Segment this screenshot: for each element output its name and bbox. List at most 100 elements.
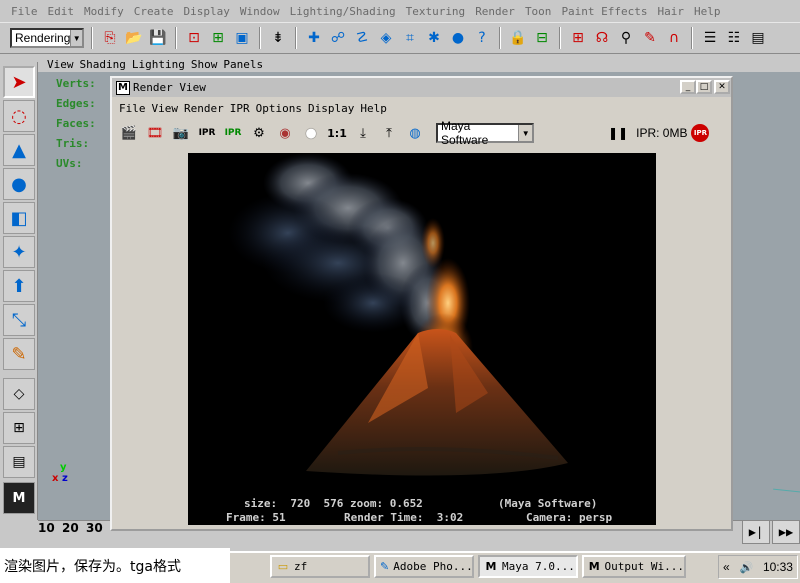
rv-menu-file[interactable]: File xyxy=(116,102,149,115)
render-globals-icon[interactable]: ✎ xyxy=(640,28,660,48)
rotate-tool-icon[interactable]: ◧ xyxy=(3,202,35,234)
menu-modify[interactable]: Modify xyxy=(79,5,129,18)
maximize-button[interactable]: □ xyxy=(696,80,712,94)
channel-box-icon[interactable]: ▤ xyxy=(748,28,768,48)
redo-render-icon[interactable]: 🎬 xyxy=(118,122,140,144)
snap-curve-icon[interactable]: ☍ xyxy=(328,28,348,48)
menu-set-selector[interactable]: Rendering ▼ xyxy=(10,28,84,48)
menu-help[interactable]: Help xyxy=(689,5,726,18)
rv-menu-display[interactable]: Display xyxy=(305,102,357,115)
panel-menu-panels[interactable]: Panels xyxy=(220,58,266,71)
ipr-render-icon[interactable]: ☊ xyxy=(592,28,612,48)
tray-expand-icon[interactable]: « xyxy=(723,560,730,574)
menu-file[interactable]: File xyxy=(6,5,43,18)
hud-faces: Faces: xyxy=(56,117,96,130)
close-button[interactable]: ✕ xyxy=(714,80,730,94)
rv-menu-view[interactable]: View xyxy=(149,102,182,115)
rv-menu-render[interactable]: Render xyxy=(181,102,227,115)
snap-together-icon[interactable]: ⚲ xyxy=(616,28,636,48)
history-icon[interactable]: ✱ xyxy=(424,28,444,48)
separator xyxy=(691,27,693,49)
panel-menu-show[interactable]: Show xyxy=(188,58,221,71)
panel-menu-lighting[interactable]: Lighting xyxy=(129,58,188,71)
single-pane-layout-icon[interactable]: ◇ xyxy=(3,378,35,410)
maya-icon: M xyxy=(116,80,130,95)
make-live-icon[interactable]: ⌗ xyxy=(400,28,420,48)
snapshot-icon[interactable]: 📷 xyxy=(170,122,192,144)
new-scene-icon[interactable]: ⎘ xyxy=(100,28,120,48)
select-component-icon[interactable]: ▣ xyxy=(232,28,252,48)
taskbar-label: Adobe Pho... xyxy=(393,560,473,573)
menu-toon[interactable]: Toon xyxy=(520,5,557,18)
input-output-icon[interactable]: ⇟ xyxy=(268,28,288,48)
render-view-titlebar[interactable]: M Render View _ □ ✕ xyxy=(112,78,731,97)
render-settings-icon[interactable]: ⚙ xyxy=(248,122,270,144)
scale-tool-icon[interactable]: ✦ xyxy=(3,236,35,268)
menu-window[interactable]: Window xyxy=(235,5,285,18)
taskbar-button-zf[interactable]: ▭ zf xyxy=(270,555,370,578)
attribute-editor-icon[interactable]: ☰ xyxy=(700,28,720,48)
remove-image-icon[interactable]: ⤒ xyxy=(378,122,400,144)
taskbar-button-maya[interactable]: M Maya 7.0... xyxy=(478,555,578,578)
rv-menu-ipr[interactable]: IPR xyxy=(227,102,253,115)
keep-image-icon[interactable]: ⤓ xyxy=(352,122,374,144)
step-forward-button[interactable]: ▶| xyxy=(742,520,770,544)
panel-menu-shading[interactable]: Shading xyxy=(77,58,129,71)
taskbar-button-output-window[interactable]: M Output Wi... xyxy=(582,555,686,578)
select-object-icon[interactable]: ⊞ xyxy=(208,28,228,48)
select-hierarchy-icon[interactable]: ⊡ xyxy=(184,28,204,48)
universal-manip-icon[interactable]: ⬆ xyxy=(3,270,35,302)
help-icon[interactable]: ? xyxy=(472,28,492,48)
move-tool-icon[interactable]: ● xyxy=(3,168,35,200)
ipr-status-icon[interactable]: IPR xyxy=(691,124,710,142)
menu-lighting-shading[interactable]: Lighting/Shading xyxy=(285,5,401,18)
render-layer-icon[interactable]: ◍ xyxy=(404,122,426,144)
volume-icon[interactable]: 🔊 xyxy=(739,561,753,574)
rendered-image[interactable]: size: 720 576 zoom: 0.652 (Maya Software… xyxy=(188,153,656,525)
soft-mod-tool-icon[interactable]: ⤡ xyxy=(3,304,35,336)
menu-texturing[interactable]: Texturing xyxy=(401,5,471,18)
render-region-icon[interactable]: 🎞 xyxy=(144,122,166,144)
pause-icon[interactable]: ❚❚ xyxy=(608,126,628,140)
taskbar-button-photoshop[interactable]: ✎ Adobe Pho... xyxy=(374,555,474,578)
paint-select-tool-icon[interactable]: ▲ xyxy=(3,134,35,166)
rgb-channels-icon[interactable]: ◉ xyxy=(274,122,296,144)
ipr-refresh-icon[interactable]: IPR xyxy=(222,122,244,144)
magnet-icon[interactable]: ∩ xyxy=(664,28,684,48)
renderer-selector[interactable]: Maya Software ▼ xyxy=(436,119,534,147)
open-scene-icon[interactable]: 📂 xyxy=(124,28,144,48)
clock[interactable]: 10:33 xyxy=(763,560,793,574)
render-frame-icon[interactable]: ⊞ xyxy=(568,28,588,48)
menu-display[interactable]: Display xyxy=(179,5,235,18)
tool-settings-icon[interactable]: ☷ xyxy=(724,28,744,48)
save-scene-icon[interactable]: 💾 xyxy=(148,28,168,48)
select-highlight-icon[interactable]: ⊟ xyxy=(532,28,552,48)
snap-point-icon[interactable]: ☡ xyxy=(352,28,372,48)
snap-plane-icon[interactable]: ◈ xyxy=(376,28,396,48)
menu-create[interactable]: Create xyxy=(129,5,179,18)
select-tool-icon[interactable]: ➤ xyxy=(3,66,35,98)
stat-frame: Frame: 51 xyxy=(226,511,286,524)
go-to-end-button[interactable]: ▶▶ xyxy=(772,520,800,544)
lasso-tool-icon[interactable]: ◌ xyxy=(3,100,35,132)
menu-hair[interactable]: Hair xyxy=(653,5,690,18)
real-size-button[interactable]: 1:1 xyxy=(326,122,348,144)
outliner-layout-icon[interactable]: ▤ xyxy=(3,446,35,478)
alpha-channel-icon[interactable]: ● xyxy=(300,122,322,144)
four-pane-layout-icon[interactable]: ⊞ xyxy=(3,412,35,444)
render-view-toolbar: 🎬 🎞 📷 IPR IPR ⚙ ◉ ● 1:1 ⤓ ⤒ ◍ Maya Softw… xyxy=(112,119,731,147)
show-manip-tool-icon[interactable]: ✎ xyxy=(3,338,35,370)
separator xyxy=(175,27,177,49)
stat-renderer: (Maya Software) xyxy=(498,497,598,510)
menu-render[interactable]: Render xyxy=(470,5,520,18)
menu-paint-effects[interactable]: Paint Effects xyxy=(556,5,652,18)
lock-icon[interactable]: 🔒 xyxy=(508,28,528,48)
rv-menu-options[interactable]: Options xyxy=(253,102,305,115)
minimize-button[interactable]: _ xyxy=(680,80,696,94)
snap-grid-icon[interactable]: ✚ xyxy=(304,28,324,48)
ipr-redo-icon[interactable]: IPR xyxy=(196,122,218,144)
menu-edit[interactable]: Edit xyxy=(43,5,80,18)
panel-menu-view[interactable]: View xyxy=(44,58,77,71)
globe-icon[interactable]: ● xyxy=(448,28,468,48)
rv-menu-help[interactable]: Help xyxy=(357,102,390,115)
